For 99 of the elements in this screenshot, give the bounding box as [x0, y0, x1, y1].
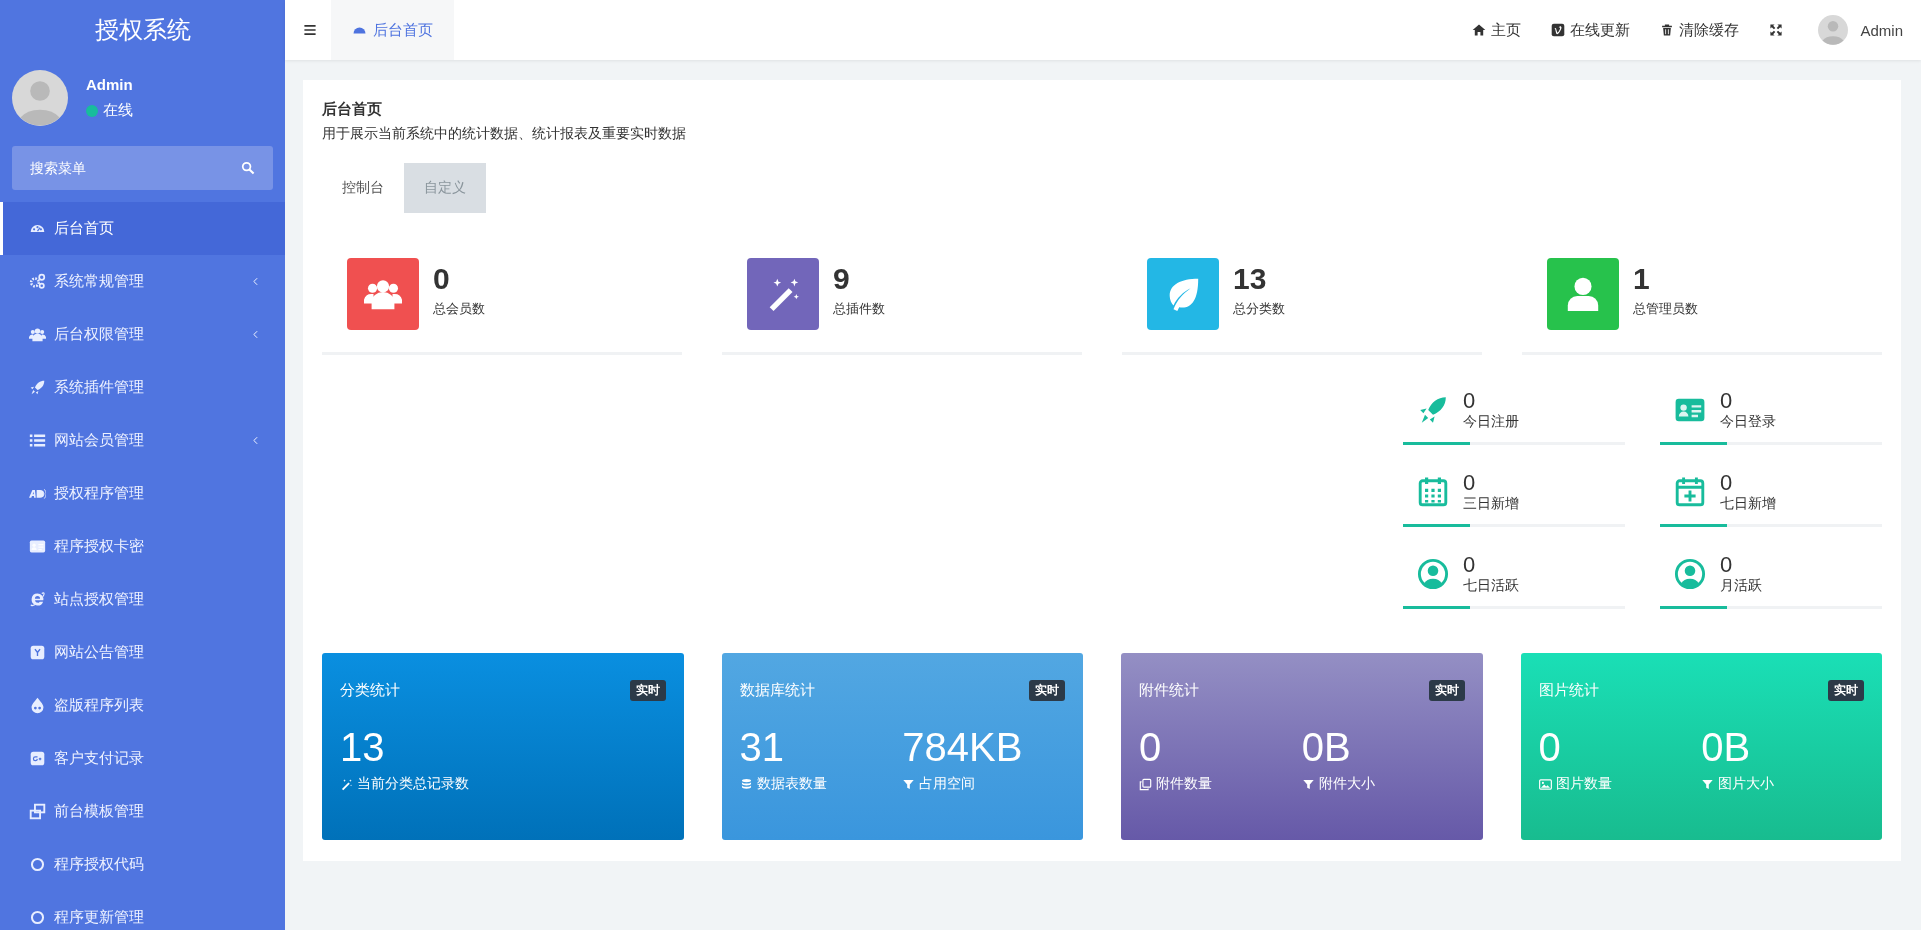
list-icon: [29, 432, 46, 449]
metric-value: 13: [340, 724, 386, 771]
stat-value: 1: [1633, 262, 1651, 296]
v-square-icon: [1551, 23, 1566, 37]
clone-icon: [1139, 777, 1152, 791]
app-logo-text: 授权系统: [93, 15, 192, 45]
menu-item[interactable]: 后台权限管理: [0, 308, 285, 361]
magic-wand-icon: [340, 777, 353, 791]
letter-square-icon: [29, 644, 46, 661]
gears-icon: [29, 273, 46, 290]
menu-item[interactable]: 网站会员管理: [0, 414, 285, 467]
expand-icon: [1769, 23, 1784, 37]
menu-item[interactable]: 程序授权代码: [0, 838, 285, 891]
metric-value: 0: [1538, 724, 1562, 771]
menu-item[interactable]: 系统常规管理: [0, 255, 285, 308]
mini-stat-value: 0: [1720, 471, 1734, 495]
menu-icon: [303, 23, 317, 37]
mini-stat-value: 0: [1463, 389, 1477, 413]
mini-stat-label: 今日注册: [1463, 413, 1519, 431]
user-circle-icon: [1417, 558, 1449, 590]
calendar-plus-icon: [1674, 476, 1706, 508]
mini-stat-label: 三日新增: [1463, 495, 1519, 513]
nav-link[interactable]: 主页: [1457, 20, 1537, 40]
tab[interactable]: 自定义: [404, 163, 486, 213]
stat-label: 总管理员数: [1633, 300, 1698, 318]
metric-label: 当前分类总记录数: [357, 775, 469, 793]
rocket-icon: [29, 379, 46, 396]
menu-item[interactable]: 程序更新管理: [0, 891, 285, 930]
calendar-icon: [1417, 476, 1449, 508]
metric-value: 0B: [1701, 724, 1752, 771]
avatar: [12, 70, 68, 126]
user-menu[interactable]: Admin: [1798, 15, 1921, 45]
home-icon: [1472, 23, 1487, 37]
realtime-badge: 实时: [629, 680, 666, 701]
panel-heading: 数据库统计: [739, 681, 815, 700]
g-plus-square-icon: [29, 750, 46, 767]
panel-heading: 分类统计: [340, 681, 400, 700]
realtime-badge: 实时: [1029, 680, 1065, 701]
circle-icon: [29, 856, 46, 873]
mini-stat-label: 七日新增: [1720, 495, 1776, 513]
metric-value: 31: [739, 724, 785, 771]
search-icon: [241, 161, 255, 175]
page-tab[interactable]: 后台首页: [331, 0, 454, 60]
menu-item[interactable]: 系统插件管理: [0, 361, 285, 414]
funnel-icon: [902, 777, 916, 791]
metric-label: 图片数量: [1555, 775, 1612, 793]
image-icon: [1538, 777, 1552, 791]
mini-stat-value: 0: [1463, 471, 1477, 495]
metric-value: 0: [1139, 724, 1163, 771]
mini-stat-value: 0: [1463, 553, 1477, 577]
realtime-badge: 实时: [1428, 680, 1465, 701]
stat-label: 总会员数: [433, 300, 485, 318]
stat-value: 9: [833, 262, 851, 296]
trash-icon: [1660, 23, 1675, 37]
menu-item[interactable]: 网站公告管理: [0, 626, 285, 679]
id-card-icon: [29, 538, 46, 555]
user-circle-icon: [1674, 558, 1706, 590]
menu-item[interactable]: 站点授权管理: [0, 573, 285, 626]
panel-heading: 附件统计: [1139, 681, 1199, 700]
stat-value: 13: [1233, 262, 1268, 296]
mini-stat-label: 月活跃: [1720, 577, 1762, 595]
user-name: Admin: [86, 76, 133, 93]
menu-item[interactable]: 程序授权卡密: [0, 520, 285, 573]
metric-label: 附件数量: [1156, 775, 1212, 793]
stat-value: 0: [433, 262, 451, 296]
mini-stat-value: 0: [1720, 553, 1734, 577]
metric-label: 附件大小: [1318, 775, 1375, 793]
circle-icon: [29, 909, 46, 926]
metric-label: 占用空间: [919, 775, 976, 793]
database-icon: [739, 777, 753, 791]
mini-stat-label: 今日登录: [1720, 413, 1776, 431]
nav-link[interactable]: 在线更新: [1536, 20, 1646, 40]
metric-label: 图片大小: [1718, 775, 1775, 793]
users-icon: [29, 326, 46, 343]
panel-title: 后台首页: [322, 100, 383, 119]
avatar: [1818, 15, 1849, 45]
user-status: 在线: [103, 101, 133, 120]
realtime-badge: 实时: [1828, 680, 1864, 701]
overlapping-squares-icon: [29, 803, 46, 820]
panel-heading: 图片统计: [1538, 681, 1599, 700]
funnel-icon: [1301, 777, 1315, 791]
nav-link[interactable]: 清除缓存: [1645, 20, 1755, 40]
e-letter-icon: [29, 591, 46, 608]
menu-item[interactable]: 客户支付记录: [0, 732, 285, 785]
panel-subtitle: 用于展示当前系统中的统计数据、统计报表及重要实时数据: [322, 125, 687, 143]
mini-stat-value: 0: [1720, 389, 1734, 413]
metric-value: 0B: [1301, 724, 1352, 771]
metric-label: 数据表数量: [756, 775, 827, 793]
menu-item[interactable]: 前台模板管理: [0, 785, 285, 838]
metric-value: 784KB: [902, 724, 1024, 771]
drop-icon: [29, 697, 46, 714]
stat-label: 总插件数: [833, 300, 885, 318]
funnel-icon: [1701, 777, 1715, 791]
stat-label: 总分类数: [1233, 300, 1285, 318]
search-field[interactable]: 搜索菜单: [12, 146, 273, 190]
menu-item[interactable]: 授权程序管理: [0, 467, 285, 520]
menu-item[interactable]: 盗版程序列表: [0, 679, 285, 732]
menu-item[interactable]: 后台首页: [0, 202, 285, 255]
mini-stat-label: 七日活跃: [1463, 577, 1519, 595]
